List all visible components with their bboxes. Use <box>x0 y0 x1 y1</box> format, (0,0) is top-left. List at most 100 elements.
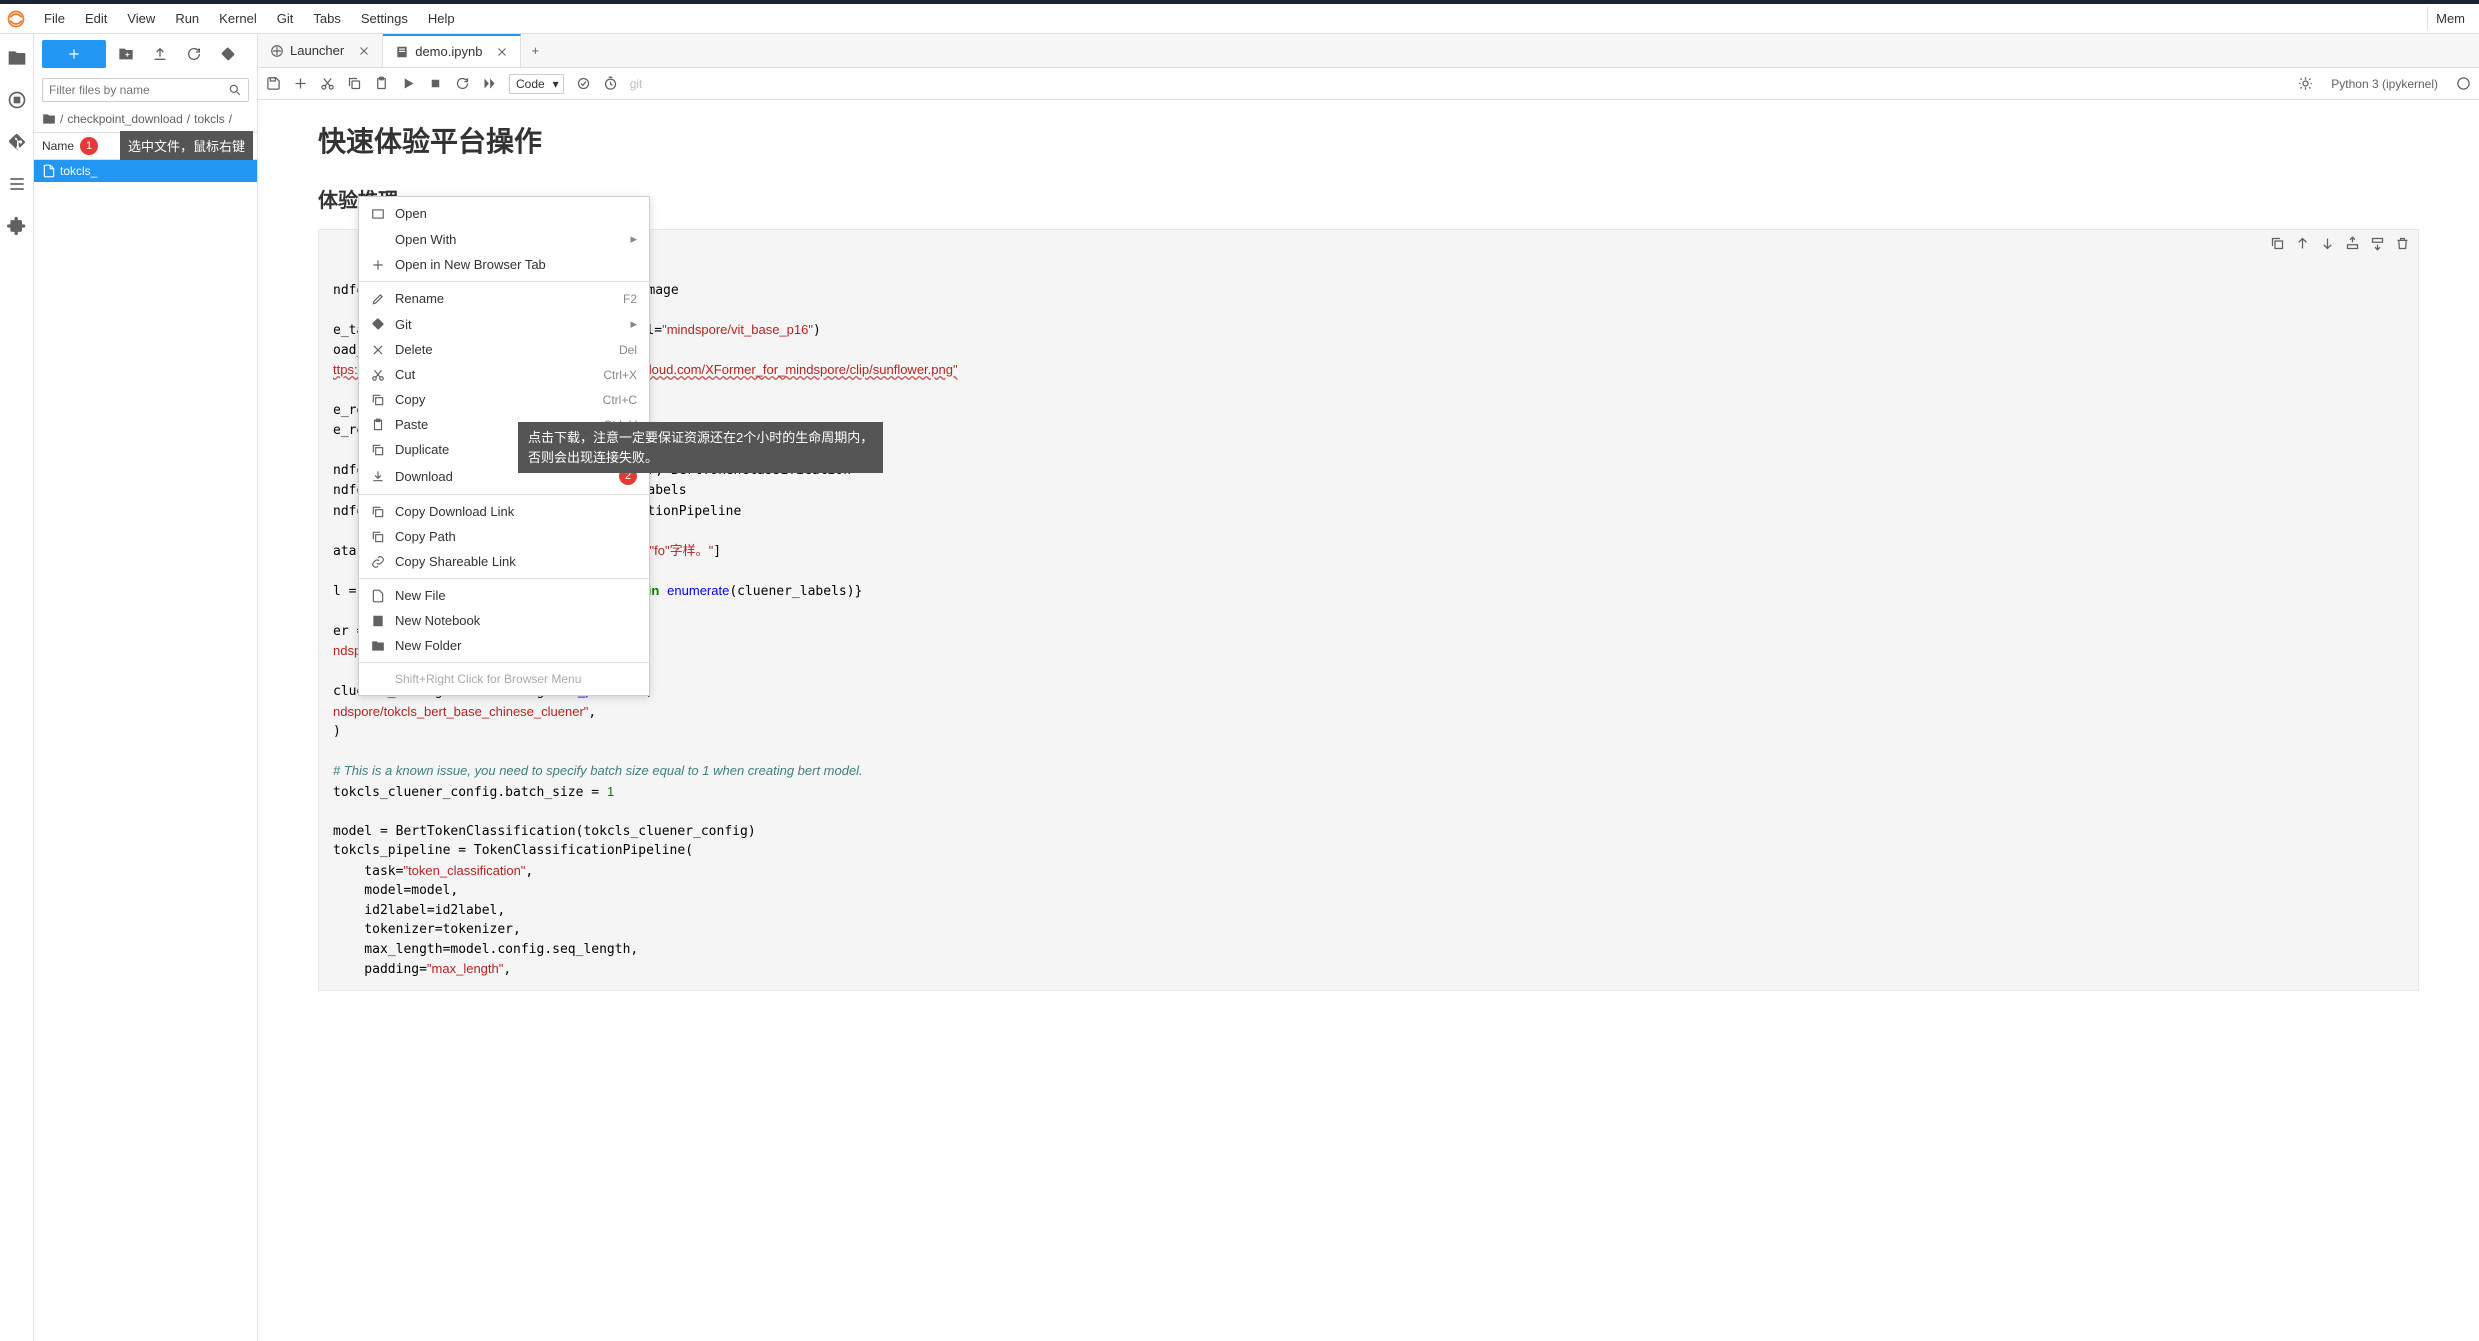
copy-icon <box>371 505 385 519</box>
insert-below-icon[interactable] <box>2370 236 2385 251</box>
paste-icon[interactable] <box>374 76 389 91</box>
breadcrumb-part[interactable]: checkpoint_download <box>67 112 182 126</box>
menu-run[interactable]: Run <box>165 7 209 30</box>
ctx-new-folder[interactable]: New Folder <box>359 633 649 658</box>
menu-tabs[interactable]: Tabs <box>303 7 350 30</box>
kernel-name[interactable]: Python 3 (ipykernel) <box>2325 77 2444 91</box>
tab-demo[interactable]: demo.ipynb <box>383 34 521 67</box>
stop-icon[interactable] <box>428 76 443 91</box>
timing-icon[interactable] <box>603 76 618 91</box>
menu-help[interactable]: Help <box>418 7 465 30</box>
menu-kernel[interactable]: Kernel <box>209 7 267 30</box>
ctx-copy-dl-link[interactable]: Copy Download Link <box>359 499 649 524</box>
render-icon[interactable] <box>576 76 591 91</box>
filter-input[interactable] <box>49 83 228 97</box>
duplicate-icon <box>371 443 385 457</box>
menu-view[interactable]: View <box>117 7 165 30</box>
close-icon[interactable] <box>496 46 508 58</box>
search-icon <box>228 83 242 97</box>
file-list-header[interactable]: Name 1 选中文件，鼠标右键 <box>34 132 257 160</box>
duplicate-cell-icon[interactable] <box>2270 236 2285 251</box>
folder-icon <box>371 639 385 653</box>
restart-run-all-icon[interactable] <box>482 76 497 91</box>
restart-icon[interactable] <box>455 76 470 91</box>
breadcrumb-sep: / <box>187 112 190 126</box>
new-folder-icon[interactable] <box>118 46 134 62</box>
running-icon[interactable] <box>7 90 27 110</box>
insert-above-icon[interactable] <box>2345 236 2360 251</box>
upload-icon[interactable] <box>152 46 168 62</box>
folder-icon[interactable] <box>7 48 27 68</box>
cut-icon <box>371 368 385 382</box>
delete-cell-icon[interactable] <box>2395 236 2410 251</box>
ctx-new-notebook[interactable]: New Notebook <box>359 608 649 633</box>
menu-edit[interactable]: Edit <box>75 7 117 30</box>
new-launcher-button[interactable] <box>42 40 106 68</box>
file-header-name: Name <box>42 139 74 153</box>
file-row-selected[interactable]: tokcls_ <box>34 160 257 182</box>
git-toolbar-icon[interactable] <box>220 46 236 62</box>
run-icon[interactable] <box>401 76 416 91</box>
memory-indicator: Mem <box>2427 7 2473 30</box>
notebook-icon <box>371 614 385 628</box>
debugger-icon[interactable] <box>2298 76 2313 91</box>
ctx-footer: Shift+Right Click for Browser Menu <box>359 667 649 691</box>
git-label: git <box>630 77 643 91</box>
activity-bar <box>0 34 34 1341</box>
breadcrumb-sep[interactable]: / <box>60 112 63 126</box>
ctx-copy-share[interactable]: Copy Shareable Link <box>359 549 649 574</box>
filter-box[interactable] <box>42 78 249 102</box>
extensions-icon[interactable] <box>7 216 27 236</box>
file-name: tokcls_ <box>60 164 97 178</box>
ctx-copy[interactable]: CopyCtrl+C <box>359 387 649 412</box>
notebook-toolbar: Code ▾ git Python 3 (ipykernel) <box>258 68 2479 100</box>
close-icon[interactable] <box>358 45 370 57</box>
ctx-open-browser[interactable]: Open in New Browser Tab <box>359 252 649 277</box>
menu-file[interactable]: File <box>34 7 75 30</box>
ctx-open-with[interactable]: Open With▸ <box>359 226 649 252</box>
save-icon[interactable] <box>266 76 281 91</box>
copy-icon <box>371 530 385 544</box>
cut-icon[interactable] <box>320 76 335 91</box>
kernel-status-icon[interactable] <box>2456 76 2471 91</box>
annotation-badge-1: 1 <box>80 137 98 155</box>
notebook-icon <box>395 45 409 59</box>
jupyter-logo-icon <box>6 9 26 29</box>
file-browser-sidebar: / checkpoint_download / tokcls / Name 1 … <box>34 34 258 1341</box>
move-down-icon[interactable] <box>2320 236 2335 251</box>
refresh-icon[interactable] <box>186 46 202 62</box>
ctx-delete[interactable]: DeleteDel <box>359 337 649 362</box>
ctx-cut[interactable]: CutCtrl+X <box>359 362 649 387</box>
paste-icon <box>371 418 385 432</box>
ctx-rename[interactable]: RenameF2 <box>359 286 649 311</box>
annotation-tooltip-2: 点击下载，注意一定要保证资源还在2个小时的生命周期内， 否则会出现连接失败。 <box>518 422 883 473</box>
toc-icon[interactable] <box>7 174 27 194</box>
tab-launcher[interactable]: Launcher <box>258 34 383 67</box>
tabs-bar: Launcher demo.ipynb + <box>258 34 2479 68</box>
add-cell-icon[interactable] <box>293 76 308 91</box>
menu-git[interactable]: Git <box>267 7 304 30</box>
ctx-git[interactable]: Git▸ <box>359 311 649 337</box>
folder-icon <box>42 112 56 126</box>
copy-icon[interactable] <box>347 76 362 91</box>
cell-actions <box>2270 236 2410 251</box>
breadcrumb[interactable]: / checkpoint_download / tokcls / <box>34 106 257 132</box>
git-icon[interactable] <box>7 132 27 152</box>
file-icon <box>42 164 56 178</box>
plus-icon <box>371 258 385 272</box>
cell-type-select[interactable]: Code ▾ <box>509 74 564 94</box>
notebook-heading-1: 快速体验平台操作 <box>318 120 2419 160</box>
menu-settings[interactable]: Settings <box>351 7 418 30</box>
file-icon <box>371 589 385 603</box>
tab-label: demo.ipynb <box>415 44 482 59</box>
download-icon <box>371 469 385 483</box>
move-up-icon[interactable] <box>2295 236 2310 251</box>
launcher-icon <box>270 44 284 58</box>
ctx-copy-path[interactable]: Copy Path <box>359 524 649 549</box>
ctx-new-file[interactable]: New File <box>359 583 649 608</box>
ctx-open[interactable]: Open <box>359 201 649 226</box>
copy-icon <box>371 393 385 407</box>
add-tab-button[interactable]: + <box>521 43 549 58</box>
breadcrumb-part[interactable]: tokcls <box>194 112 225 126</box>
menu-bar: File Edit View Run Kernel Git Tabs Setti… <box>0 4 2479 34</box>
